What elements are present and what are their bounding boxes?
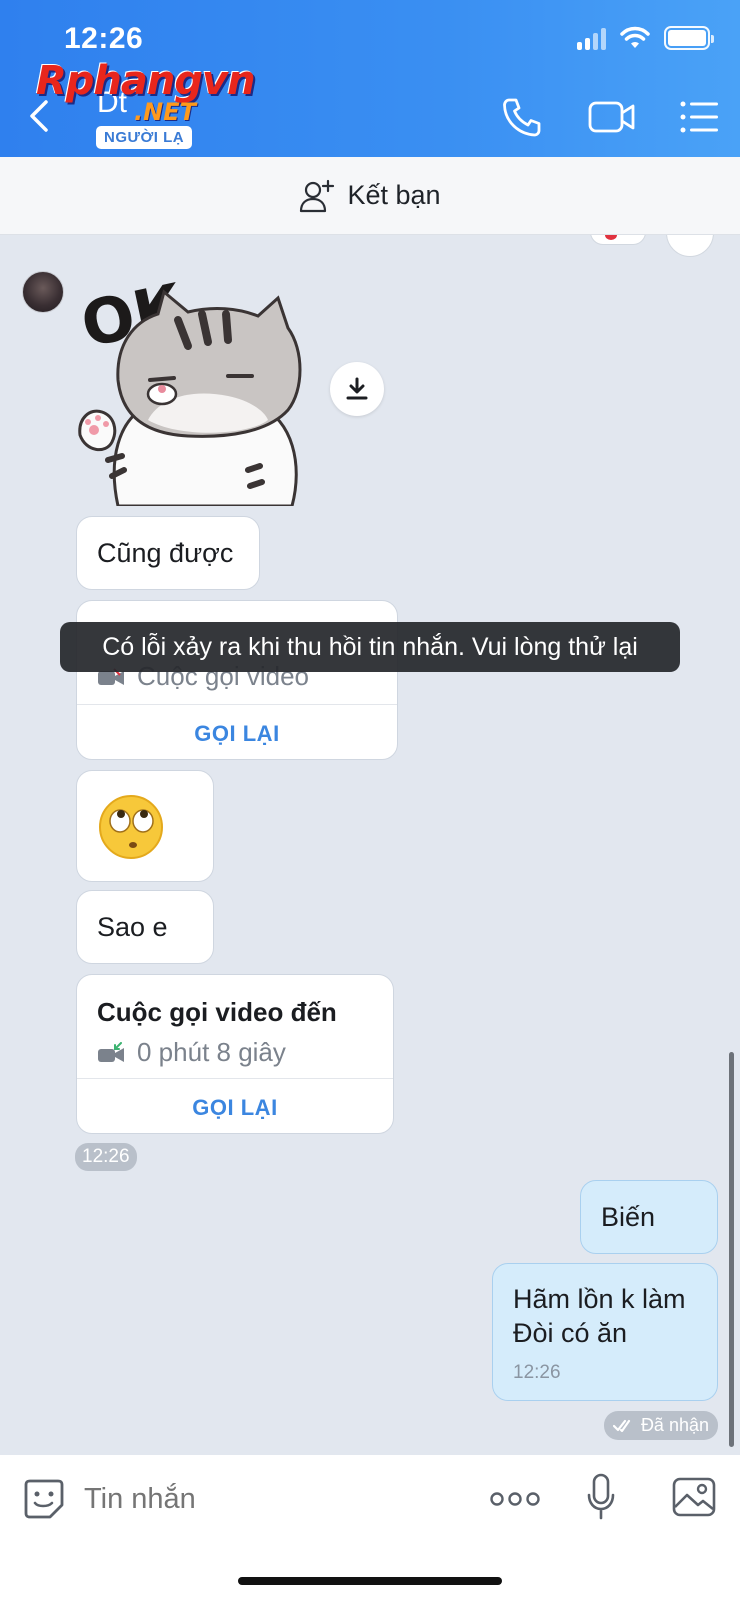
- status-time: 12:26: [64, 22, 144, 55]
- message-input[interactable]: [84, 1483, 444, 1516]
- call-back-button[interactable]: GỌI LẠI: [77, 721, 397, 747]
- add-friend-icon: [300, 179, 335, 212]
- scrollbar[interactable]: [729, 1052, 734, 1447]
- message-text: Đòi có ăn: [513, 1318, 628, 1348]
- image-icon[interactable]: [672, 1477, 716, 1517]
- call-divider: [77, 1078, 393, 1079]
- message-text: Biến: [601, 1201, 656, 1232]
- watermark-suffix: .NET: [134, 98, 196, 126]
- cat-ok-sticker[interactable]: OK: [78, 270, 308, 506]
- status-icons: [577, 26, 714, 50]
- add-friend-label: Kết bạn: [347, 180, 441, 210]
- battery-icon: [664, 26, 714, 50]
- download-button[interactable]: [330, 362, 384, 416]
- call-card[interactable]: Cuộc gọi video đến 0 phút 8 giây GỌI LẠI: [76, 974, 394, 1134]
- delivered-status: Đã nhận: [603, 1411, 718, 1440]
- phone-icon[interactable]: [500, 96, 544, 140]
- signal-icon: [577, 26, 606, 50]
- my-message-bubble[interactable]: Hãm lồn k làm Đòi có ăn 12:26: [492, 1263, 718, 1401]
- mic-icon[interactable]: [586, 1473, 616, 1521]
- call-title: Cuộc gọi video đến: [97, 997, 337, 1027]
- avatar[interactable]: [22, 271, 64, 313]
- add-friend-bar[interactable]: Kết bạn: [0, 157, 740, 235]
- call-back-button[interactable]: GỌI LẠI: [77, 1095, 393, 1121]
- message-time: 12:26: [513, 1362, 561, 1383]
- message-bubble[interactable]: Cũng được: [76, 516, 260, 590]
- message-text: Cũng được: [97, 537, 234, 568]
- message-text: Hãm lồn k làm: [513, 1284, 686, 1314]
- error-toast: Có lỗi xảy ra khi thu hồi tin nhắn. Vui …: [60, 622, 680, 672]
- call-subtitle: 0 phút 8 giây: [97, 1037, 286, 1068]
- sticker-icon[interactable]: [22, 1477, 66, 1521]
- message-text: Sao e: [97, 911, 168, 942]
- download-icon: [346, 377, 368, 400]
- reaction-button[interactable]: [666, 235, 714, 257]
- double-check-icon: [612, 1419, 631, 1432]
- stranger-badge: NGƯỜI LẠ: [96, 126, 193, 149]
- menu-icon[interactable]: [680, 100, 720, 134]
- video-icon[interactable]: [588, 98, 636, 136]
- more-icon[interactable]: [490, 1491, 540, 1507]
- rolling-eyes-emoji-icon: [99, 795, 163, 859]
- wifi-icon: [620, 26, 650, 48]
- message-time: 12:26: [75, 1143, 137, 1171]
- emoji-message[interactable]: [76, 770, 214, 882]
- message-bubble[interactable]: Sao e: [76, 890, 214, 964]
- incoming-video-call-icon: [98, 1041, 124, 1062]
- chat-header: 12:26 Dt Rphangvn .NET NGƯỜI LẠ: [0, 0, 740, 157]
- home-indicator[interactable]: [238, 1577, 502, 1585]
- my-message-bubble[interactable]: Biến: [580, 1180, 718, 1254]
- call-divider: [77, 704, 397, 705]
- reaction-badge[interactable]: [590, 235, 646, 245]
